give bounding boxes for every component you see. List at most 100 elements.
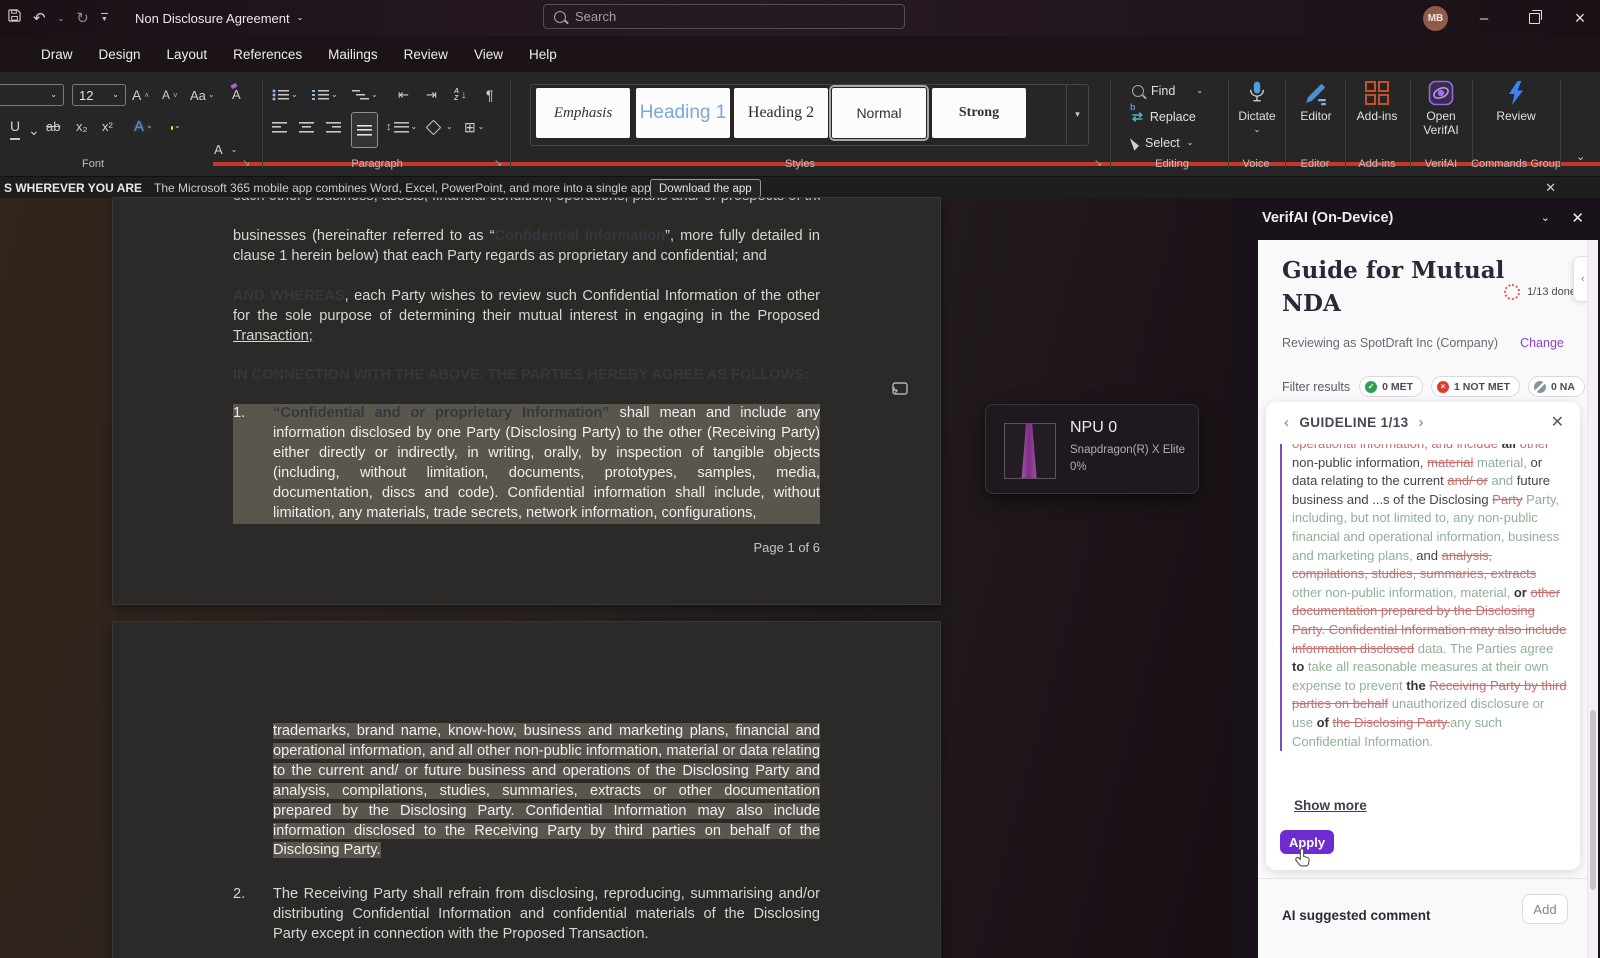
panel-scrollbar[interactable] [1587, 240, 1598, 958]
shrink-font-button[interactable]: A˅ [162, 83, 178, 107]
borders-button[interactable]: ⊞⌄ [464, 115, 484, 139]
font-name-combo[interactable]: ⌄ [0, 84, 64, 106]
guideline-prev-icon[interactable]: ‹ [1284, 414, 1289, 431]
align-left-button[interactable] [272, 115, 287, 139]
title-bar: ↶ ⌄ ↻ ▼ Non Disclosure Agreement ⌄ Searc… [0, 0, 1600, 36]
guideline-next-icon[interactable]: › [1419, 414, 1424, 431]
add-comment-button[interactable]: Add [1522, 894, 1568, 924]
style-heading1[interactable]: Heading 1 [636, 88, 730, 138]
underline-button[interactable]: U [10, 114, 20, 140]
align-right-button[interactable] [326, 115, 341, 139]
line-spacing-button[interactable]: ↕⌄ [386, 115, 417, 139]
customize-qat-icon[interactable]: ▼ [101, 13, 108, 23]
open-verifai-button[interactable]: Open VerifAI [1410, 80, 1472, 137]
multilevel-list-button[interactable]: ⌄ [352, 83, 378, 107]
download-app-button[interactable]: Download the app [650, 179, 761, 198]
decrease-indent-button[interactable]: ⇤ [398, 83, 409, 107]
highlight-color-button[interactable]: ⌄ [172, 114, 181, 138]
find-button[interactable]: Find⌄ [1132, 80, 1203, 102]
superscript-button[interactable]: x² [102, 114, 113, 138]
guideline-navigation: ‹ GUIDELINE 1/13 › [1284, 414, 1424, 431]
ribbon: ⌄ 12⌄ A˄ A˅ Aa⌄ A U ⌄ ab x₂ x² A⌄ ⌄ A⌄ F… [0, 72, 1600, 177]
tab-review[interactable]: Review [393, 42, 459, 67]
tab-draw[interactable]: Draw [30, 42, 84, 67]
document-title[interactable]: Non Disclosure Agreement ⌄ [135, 0, 303, 36]
sort-button[interactable]: AZ↓ [454, 83, 467, 107]
restore-button[interactable] [1514, 0, 1554, 36]
panel-scrollbar-thumb[interactable] [1590, 710, 1596, 890]
hand-cursor [1292, 846, 1316, 870]
justify-icon [357, 125, 372, 136]
document-canvas[interactable]: each other's business, assets, financial… [0, 198, 1232, 958]
styles-dialog-launcher[interactable]: ↘ [1094, 158, 1102, 169]
dictate-button[interactable]: Dictate ⌄ [1228, 80, 1286, 134]
numbered-list-icon [312, 89, 329, 101]
style-emphasis[interactable]: Emphasis [536, 88, 630, 138]
addins-button[interactable]: Add-ins [1348, 80, 1406, 123]
avatar[interactable]: MB [1423, 6, 1448, 31]
filter-pill-na[interactable]: 0 NA [1528, 376, 1585, 397]
style-strong[interactable]: Strong [932, 88, 1026, 138]
tab-references[interactable]: References [222, 42, 313, 67]
document-page-1[interactable]: each other's business, assets, financial… [113, 198, 940, 604]
guideline-close-icon[interactable]: ✕ [1551, 412, 1564, 432]
close-button[interactable]: × [1560, 0, 1600, 36]
document-page-2[interactable]: trademarks, brand name, know-how, busine… [113, 622, 940, 958]
font-dialog-launcher[interactable]: ↘ [242, 158, 250, 169]
ribbon-tabs: DrawDesignLayoutReferencesMailingsReview… [30, 36, 568, 72]
show-formatting-button[interactable]: ¶ [486, 83, 494, 107]
paragraph-businesses: businesses (hereinafter referred to as “… [233, 227, 820, 267]
addins-grid-icon [1364, 80, 1390, 106]
editor-button[interactable]: Editor [1288, 80, 1344, 123]
notice-close-icon[interactable]: ✕ [1545, 177, 1556, 199]
shading-button[interactable]: ⌄ [428, 115, 453, 139]
strikethrough-button[interactable]: ab [46, 114, 60, 138]
undo-icon[interactable]: ↶ [33, 11, 46, 26]
minimize-button[interactable]: – [1464, 0, 1504, 36]
styles-more-button[interactable]: ▾ [1066, 84, 1088, 144]
tab-view[interactable]: View [463, 42, 514, 67]
page-number-label: Page 1 of 6 [233, 538, 820, 558]
increase-indent-button[interactable]: ⇥ [426, 83, 437, 107]
comment-marker-icon[interactable] [889, 381, 909, 404]
paragraph-clipped: each other's business, assets, financial… [233, 198, 820, 207]
review-command-button[interactable]: Review [1478, 80, 1554, 123]
collapse-ribbon-icon[interactable]: ⌄ [1576, 150, 1585, 163]
tab-mailings[interactable]: Mailings [317, 42, 389, 67]
redo-icon[interactable]: ↻ [76, 11, 89, 26]
filter-pill-met[interactable]: ✓0 MET [1359, 376, 1423, 397]
show-more-link[interactable]: Show more [1294, 798, 1367, 813]
replace-button[interactable]: b⇄Replace [1132, 106, 1196, 128]
font-size-combo[interactable]: 12⌄ [72, 84, 126, 106]
search-icon [554, 11, 566, 23]
style-heading2[interactable]: Heading 2 [734, 88, 828, 138]
change-case-button[interactable]: Aa⌄ [190, 83, 215, 107]
justify-button[interactable] [351, 112, 378, 148]
align-center-button[interactable] [299, 115, 314, 139]
underline-dropdown-icon[interactable]: ⌄ [28, 118, 40, 142]
redline-scroll-area[interactable]: operational information, and include all… [1280, 444, 1568, 790]
spinner-icon [1504, 284, 1520, 300]
tab-layout[interactable]: Layout [156, 42, 219, 67]
word-app-window: ↶ ⌄ ↻ ▼ Non Disclosure Agreement ⌄ Searc… [0, 0, 1600, 958]
change-link[interactable]: Change [1520, 336, 1564, 350]
undo-dropdown-icon[interactable]: ⌄ [58, 14, 65, 23]
grow-font-button[interactable]: A˄ [132, 83, 149, 107]
paragraph-dialog-launcher[interactable]: ↘ [494, 158, 502, 169]
filter-pill-notmet[interactable]: ×1 NOT MET [1431, 376, 1520, 397]
npu-usage-spike [1019, 424, 1041, 478]
tab-design[interactable]: Design [88, 42, 152, 67]
select-button[interactable]: Select⌄ [1132, 132, 1193, 154]
search-input[interactable]: Search [543, 4, 905, 29]
style-normal[interactable]: Normal [832, 88, 926, 138]
numbered-list-button[interactable]: ⌄ [312, 83, 338, 107]
panel-collapse-icon[interactable]: ⌄ [1541, 211, 1550, 224]
tab-help[interactable]: Help [518, 42, 568, 67]
text-effects-button[interactable]: A⌄ [134, 114, 153, 138]
find-icon [1132, 85, 1144, 97]
title-dropdown-icon[interactable]: ⌄ [297, 14, 304, 22]
panel-close-icon[interactable]: ✕ [1571, 209, 1584, 227]
bullet-list-button[interactable]: ⌄ [272, 83, 298, 107]
save-icon[interactable] [8, 9, 21, 27]
subscript-button[interactable]: x₂ [76, 114, 88, 138]
